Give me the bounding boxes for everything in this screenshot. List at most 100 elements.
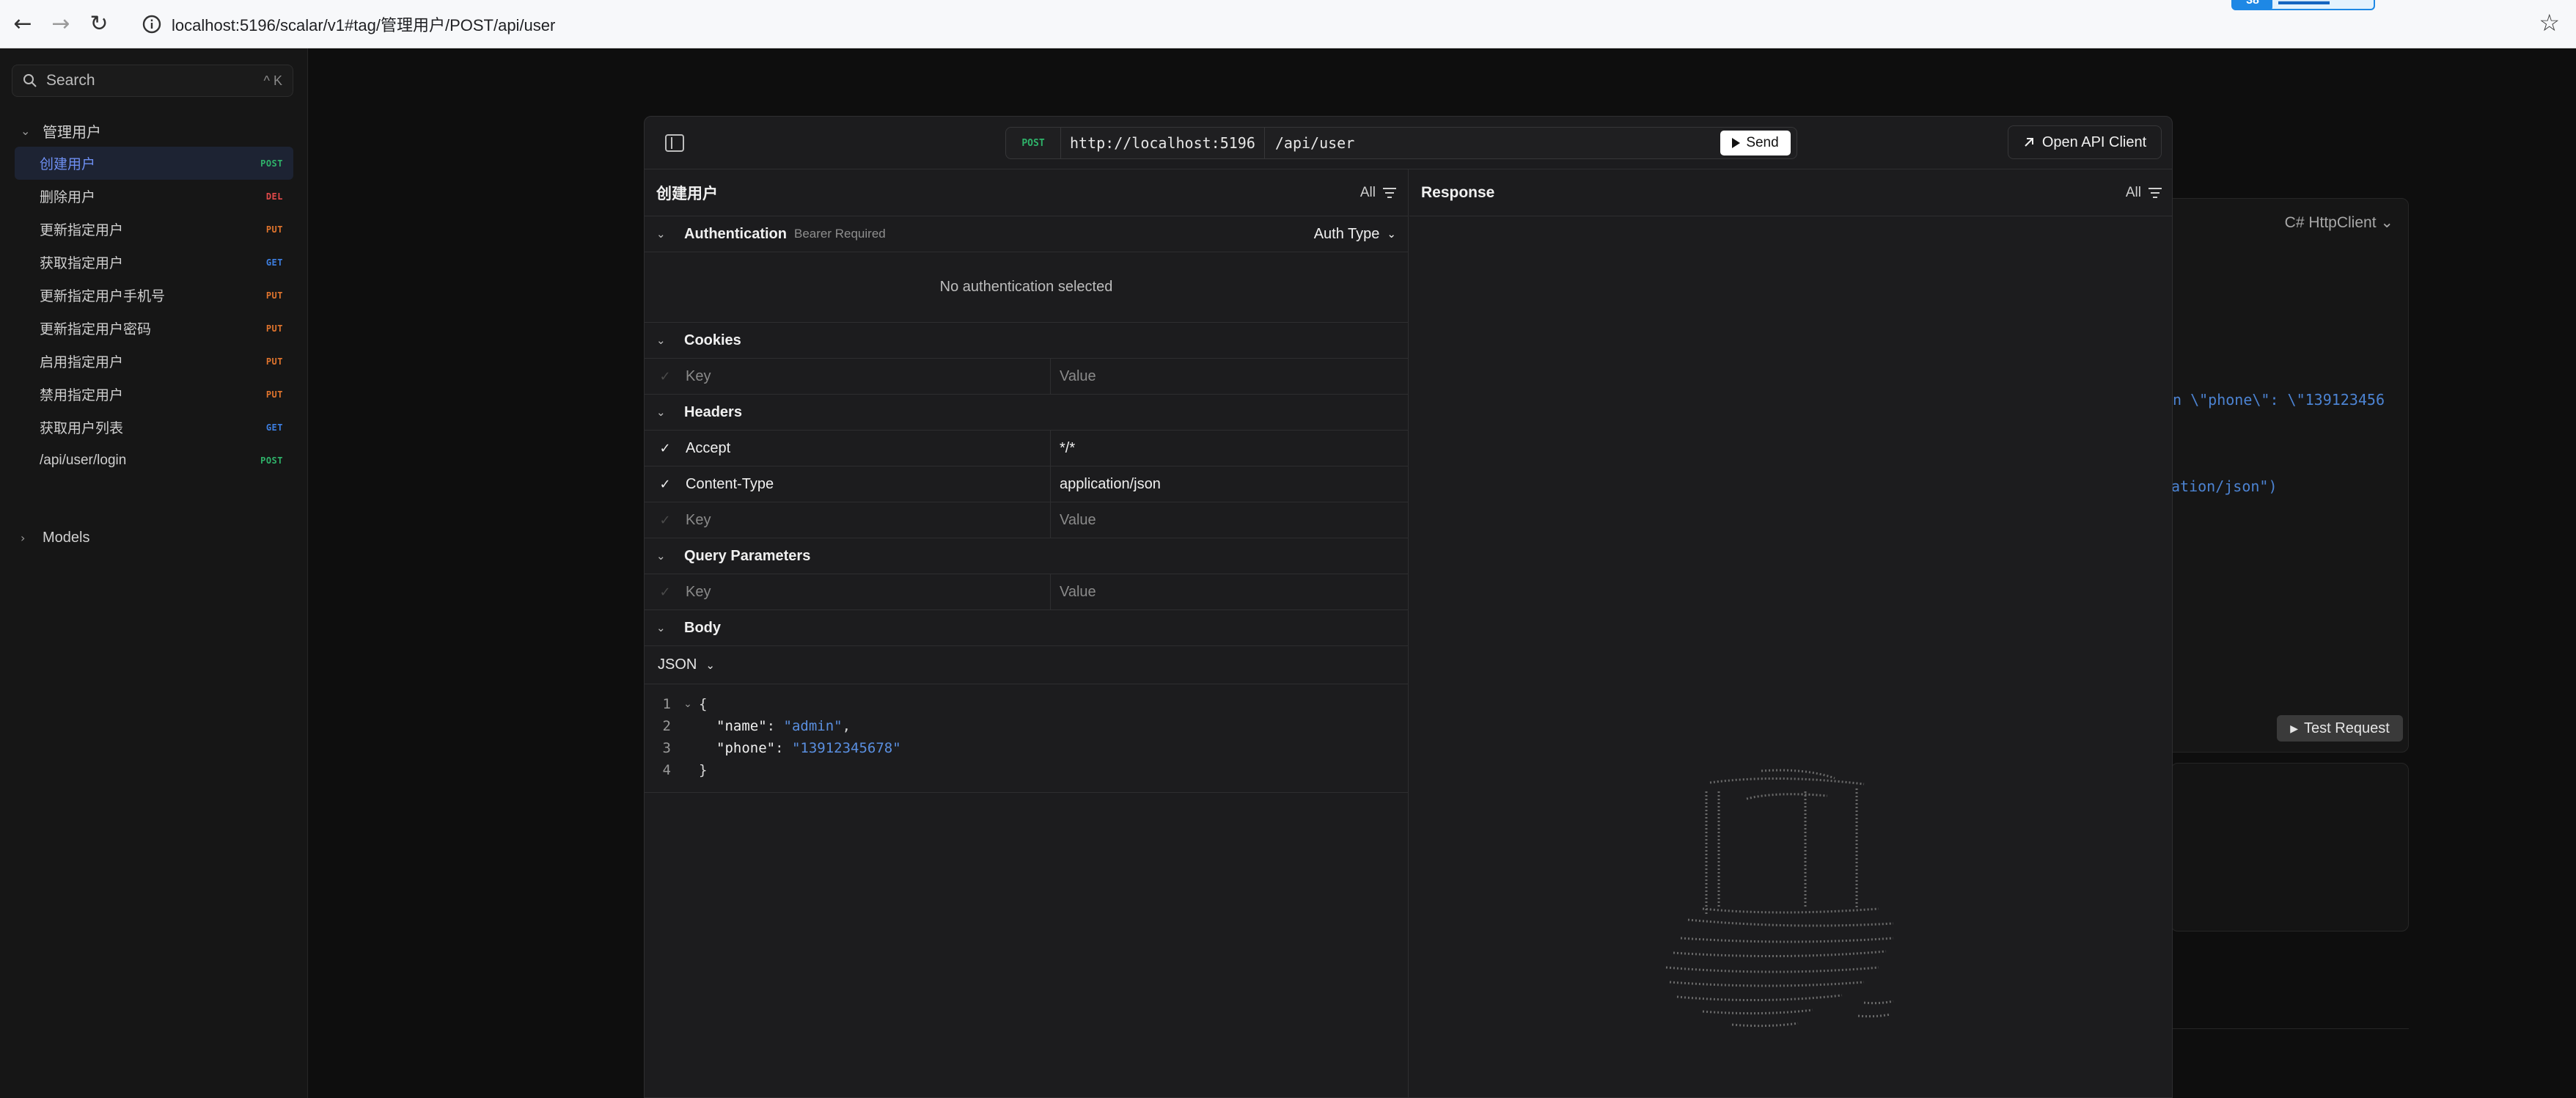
json-key: "phone" (716, 740, 776, 756)
search-input[interactable]: Search ^ K (12, 65, 293, 97)
fold-chevron-icon[interactable]: ⌄ (677, 698, 699, 710)
play-icon: ▶ (2290, 722, 2299, 734)
headers-section-toggle[interactable]: ⌄ Headers (645, 395, 1408, 431)
query-key-input[interactable]: Key (686, 574, 1051, 610)
sidebar-item-delete-user[interactable]: 删除用户 DEL (15, 180, 293, 213)
sidebar-group-toggle[interactable]: ⌄ 管理用户 (21, 120, 101, 142)
forward-arrow-icon[interactable]: → (45, 9, 76, 40)
request-host[interactable]: http://localhost:5196 (1060, 127, 1265, 159)
chevron-right-icon: › (21, 531, 26, 545)
cookies-section-toggle[interactable]: ⌄ Cookies (645, 323, 1408, 359)
language-selector[interactable]: C# HttpClient ⌄ (2285, 213, 2393, 232)
chevron-down-icon: ⌄ (1387, 228, 1396, 241)
sidebar-item-create-user[interactable]: 创建用户 POST (15, 147, 293, 180)
request-filter[interactable]: All (1360, 185, 1396, 201)
header-key-input[interactable]: Accept (686, 430, 1051, 466)
sidebar-models-toggle[interactable]: › Models (21, 530, 89, 546)
address-bar-url[interactable]: localhost:5196/scalar/v1#tag/管理用户/POST/a… (172, 12, 555, 36)
check-icon[interactable]: ✓ (645, 513, 686, 528)
sidebar-item-label: 启用指定用户 (40, 355, 124, 370)
check-icon[interactable]: ✓ (645, 585, 686, 600)
code-line: 2 "name": "admin", (645, 715, 1408, 737)
check-icon[interactable]: ✓ (645, 369, 686, 384)
sidebar-toggle-icon[interactable] (665, 134, 684, 152)
empty-response-ascii-art (1665, 769, 1894, 1028)
headers-label: Headers (684, 403, 742, 420)
extension-badge-bar: ▬▬▬▬▬ (2278, 0, 2330, 7)
comma: , (842, 718, 851, 734)
method-badge: POST (260, 158, 283, 169)
auth-requirement: Bearer Required (794, 227, 886, 241)
query-label: Query Parameters (684, 547, 811, 564)
cookie-value-input[interactable]: Value (1051, 368, 1408, 385)
open-api-client-button[interactable]: Open API Client (2008, 125, 2162, 159)
site-info-icon[interactable] (141, 13, 163, 35)
sidebar-item-update-user[interactable]: 更新指定用户 PUT (15, 213, 293, 246)
query-section-toggle[interactable]: ⌄ Query Parameters (645, 538, 1408, 574)
chevron-down-icon: ⌄ (656, 621, 666, 634)
reload-icon[interactable]: ↻ (84, 9, 114, 40)
header-key-input[interactable]: Key (686, 502, 1051, 538)
code-brace: { (699, 696, 708, 712)
filter-icon (2148, 187, 2162, 198)
method-badge: PUT (265, 323, 283, 334)
chevron-down-icon: ⌄ (705, 659, 715, 672)
test-request-button[interactable]: ▶ Test Request (2277, 715, 2403, 742)
response-sample-card (2170, 763, 2409, 932)
auth-section-toggle[interactable]: ⌄ Authentication Bearer Required Auth Ty… (645, 216, 1408, 252)
bookmark-star-icon[interactable]: ☆ (2539, 9, 2560, 37)
sidebar-item-label: /api/user/login (40, 452, 127, 468)
auth-type-dropdown[interactable]: Auth Type ⌄ (1314, 226, 1396, 243)
back-arrow-icon[interactable]: ← (7, 9, 38, 40)
filter-label: All (2125, 184, 2141, 200)
sidebar-item-disable-user[interactable]: 禁用指定用户 PUT (15, 378, 293, 411)
browser-toolbar: ← → ↻ localhost:5196/scalar/v1#tag/管理用户/… (0, 0, 2576, 48)
method-badge: PUT (265, 224, 283, 235)
cookie-key-input[interactable]: Key (686, 358, 1051, 395)
response-pane-header: Response All (1409, 169, 2172, 216)
body-code-editor[interactable]: 1 ⌄ { 2 "name": "admin", 3 "phone": "139… (645, 684, 1408, 793)
response-filter[interactable]: All (2126, 185, 2162, 201)
method-badge: GET (265, 422, 283, 433)
header-value-input[interactable]: Value (1051, 512, 1408, 529)
check-icon[interactable]: ✓ (645, 441, 686, 456)
filter-label: All (1359, 184, 1376, 200)
send-button[interactable]: Send (1720, 131, 1791, 155)
sidebar-item-label: 创建用户 (40, 157, 96, 172)
search-shortcut: ^ K (263, 73, 282, 88)
extension-badge[interactable]: 38 ▬▬▬▬▬ (2231, 0, 2375, 10)
sidebar-item-update-password[interactable]: 更新指定用户密码 PUT (15, 312, 293, 345)
header-value-input[interactable]: */* (1051, 440, 1408, 457)
sidebar-item-update-phone[interactable]: 更新指定用户手机号 PUT (15, 279, 293, 312)
body-section-toggle[interactable]: ⌄ Body (645, 610, 1408, 646)
request-method[interactable]: POST (1006, 138, 1060, 149)
sidebar-item-label: 更新指定用户 (40, 223, 124, 238)
line-number: 1 (662, 696, 671, 712)
sidebar-item-label: 删除用户 (40, 190, 96, 205)
request-path-input[interactable]: /api/user (1265, 134, 1720, 152)
sidebar-item-get-user[interactable]: 获取指定用户 GET (15, 246, 293, 279)
modal-header: POST http://localhost:5196 /api/user Sen… (645, 117, 2172, 169)
chevron-down-icon: ⌄ (656, 406, 666, 419)
chevron-down-icon: ⌄ (656, 227, 666, 241)
sidebar-item-user-list[interactable]: 获取用户列表 GET (15, 411, 293, 444)
sidebar-group-label: 管理用户 (43, 125, 101, 141)
send-label: Send (1746, 135, 1779, 150)
header-value-input[interactable]: application/json (1051, 476, 1408, 493)
sidebar-item-enable-user[interactable]: 启用指定用户 PUT (15, 345, 293, 378)
request-pane-header: 创建用户 All (645, 169, 1408, 216)
sidebar-item-login[interactable]: /api/user/login POST (15, 444, 293, 477)
sidebar-models-label: Models (43, 530, 90, 546)
query-value-input[interactable]: Value (1051, 584, 1408, 601)
search-placeholder: Search (46, 72, 95, 89)
sidebar-item-label: 更新指定用户密码 (40, 322, 152, 337)
response-pane: Response All (1409, 169, 2172, 1097)
header-key-input[interactable]: Content-Type (686, 466, 1051, 502)
body-format-dropdown[interactable]: JSON ⌄ (645, 646, 1408, 684)
header-row: ✓ Content-Type application/json (645, 466, 1408, 502)
chevron-down-icon: ⌄ (2380, 214, 2393, 231)
chevron-down-icon: ⌄ (656, 549, 666, 563)
extension-badge-count: 38 (2233, 0, 2272, 10)
check-icon[interactable]: ✓ (645, 477, 686, 492)
method-badge: PUT (265, 389, 283, 400)
